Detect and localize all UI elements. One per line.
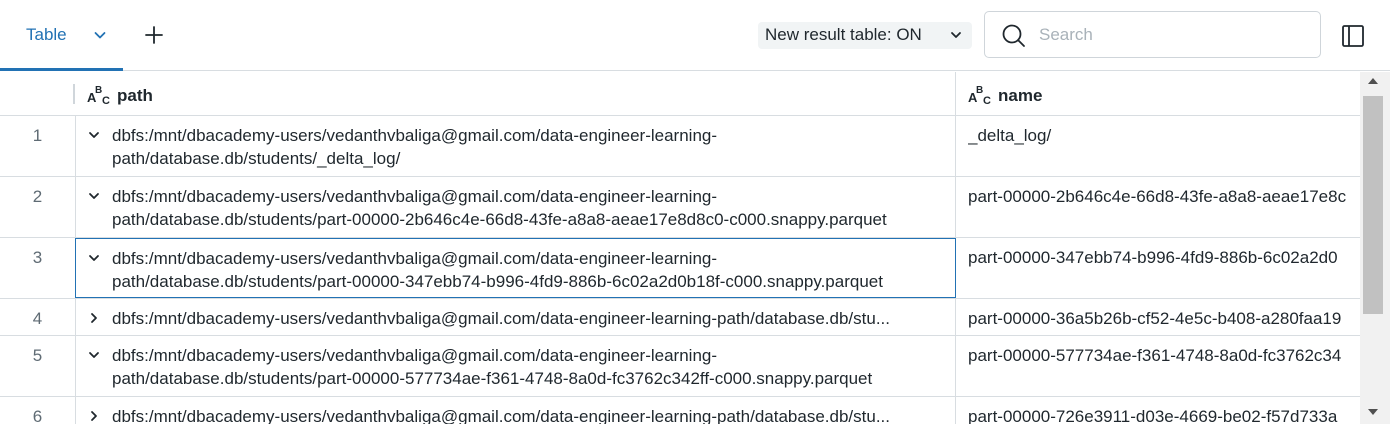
path-cell[interactable]: dbfs:/mnt/dbacademy-users/vedanthvbaliga…: [75, 299, 956, 335]
path-value: dbfs:/mnt/dbacademy-users/vedanthvbaliga…: [112, 309, 890, 328]
row-index: 5: [32, 346, 43, 365]
chevron-down-icon[interactable]: [86, 188, 102, 204]
new-result-table-label: New result table: ON: [765, 25, 922, 44]
new-result-table-toggle[interactable]: New result table: ON: [758, 22, 972, 49]
row-index-header: [0, 72, 75, 116]
table-row[interactable]: 1 dbfs:/mnt/dbacademy-users/vedanthvbali…: [0, 116, 1360, 177]
tab-table[interactable]: Table: [0, 0, 123, 71]
name-cell[interactable]: part-00000-726e3911-d03e-4669-be02-f57d7…: [968, 405, 1360, 424]
chevron-right-icon[interactable]: [86, 310, 102, 326]
path-cell[interactable]: dbfs:/mnt/dbacademy-users/vedanthvbaliga…: [75, 336, 956, 396]
path-cell-selected[interactable]: dbfs:/mnt/dbacademy-users/vedanthvbaliga…: [75, 238, 956, 298]
side-panel-toggle-icon[interactable]: [1339, 22, 1367, 50]
chevron-down-icon[interactable]: [92, 27, 108, 43]
row-index: 2: [32, 187, 43, 206]
tab-table-label: Table: [26, 25, 67, 44]
name-cell[interactable]: part-00000-577734ae-f361-4748-8a0d-fc376…: [968, 344, 1360, 367]
column-header-path[interactable]: A B C path: [75, 72, 956, 116]
row-index: 3: [32, 248, 43, 267]
scroll-up-arrow-icon[interactable]: [1368, 78, 1378, 84]
name-cell[interactable]: part-00000-36a5b26b-cf52-4e5c-b408-a280f…: [968, 307, 1360, 330]
path-value: dbfs:/mnt/dbacademy-users/vedanthvbaliga…: [112, 249, 883, 291]
table-row[interactable]: 5 dbfs:/mnt/dbacademy-users/vedanthvbali…: [0, 336, 1360, 397]
chevron-right-icon[interactable]: [86, 408, 102, 424]
table-row[interactable]: 2 dbfs:/mnt/dbacademy-users/vedanthvbali…: [0, 177, 1360, 238]
chevron-down-icon[interactable]: [86, 250, 102, 266]
search-box[interactable]: [984, 11, 1321, 58]
table-row[interactable]: 6 dbfs:/mnt/dbacademy-users/vedanthvbali…: [0, 397, 1360, 424]
row-index: 1: [32, 126, 43, 145]
add-tab-button[interactable]: [141, 22, 167, 48]
name-cell[interactable]: part-00000-347ebb74-b996-4fd9-886b-6c02a…: [968, 246, 1360, 269]
search-input[interactable]: [1039, 23, 1309, 47]
row-index: 4: [32, 309, 43, 328]
name-cell[interactable]: _delta_log/: [968, 124, 1360, 147]
abc-string-type-icon: A B C: [968, 85, 991, 106]
chevron-down-icon[interactable]: [86, 127, 102, 143]
path-value: dbfs:/mnt/dbacademy-users/vedanthvbaliga…: [112, 407, 890, 424]
abc-string-type-icon: A B C: [87, 85, 110, 106]
column-header-label: path: [117, 86, 153, 105]
svg-text:C: C: [102, 95, 110, 106]
column-header-name[interactable]: A B C name: [956, 72, 1360, 116]
row-index: 6: [32, 407, 43, 424]
scroll-down-arrow-icon[interactable]: [1368, 409, 1378, 415]
path-cell[interactable]: dbfs:/mnt/dbacademy-users/vedanthvbaliga…: [75, 397, 956, 424]
table-row[interactable]: 3 dbfs:/mnt/dbacademy-users/vedanthvbali…: [0, 238, 1360, 299]
path-cell[interactable]: dbfs:/mnt/dbacademy-users/vedanthvbaliga…: [75, 116, 956, 176]
path-value: dbfs:/mnt/dbacademy-users/vedanthvbaliga…: [112, 346, 873, 388]
path-value: dbfs:/mnt/dbacademy-users/vedanthvbaliga…: [112, 126, 718, 168]
results-grid: A B C path A B C name 1 dbfs:/mnt/dbacad…: [0, 72, 1360, 424]
chevron-down-icon[interactable]: [86, 347, 102, 363]
vertical-scrollbar[interactable]: [1360, 72, 1390, 424]
chevron-down-icon: [951, 32, 961, 38]
column-header-label: name: [998, 86, 1043, 105]
results-toolbar: Table New result table: ON: [0, 0, 1390, 71]
svg-text:C: C: [983, 95, 991, 106]
search-icon: [1002, 24, 1025, 47]
path-value: dbfs:/mnt/dbacademy-users/vedanthvbaliga…: [112, 187, 887, 229]
name-cell[interactable]: part-00000-2b646c4e-66d8-43fe-a8a8-aeae1…: [968, 185, 1360, 208]
scrollbar-thumb[interactable]: [1363, 96, 1383, 314]
table-row[interactable]: 4 dbfs:/mnt/dbacademy-users/vedanthvbali…: [0, 299, 1360, 336]
grid-header-row: A B C path A B C name: [0, 72, 1360, 116]
path-cell[interactable]: dbfs:/mnt/dbacademy-users/vedanthvbaliga…: [75, 177, 956, 237]
